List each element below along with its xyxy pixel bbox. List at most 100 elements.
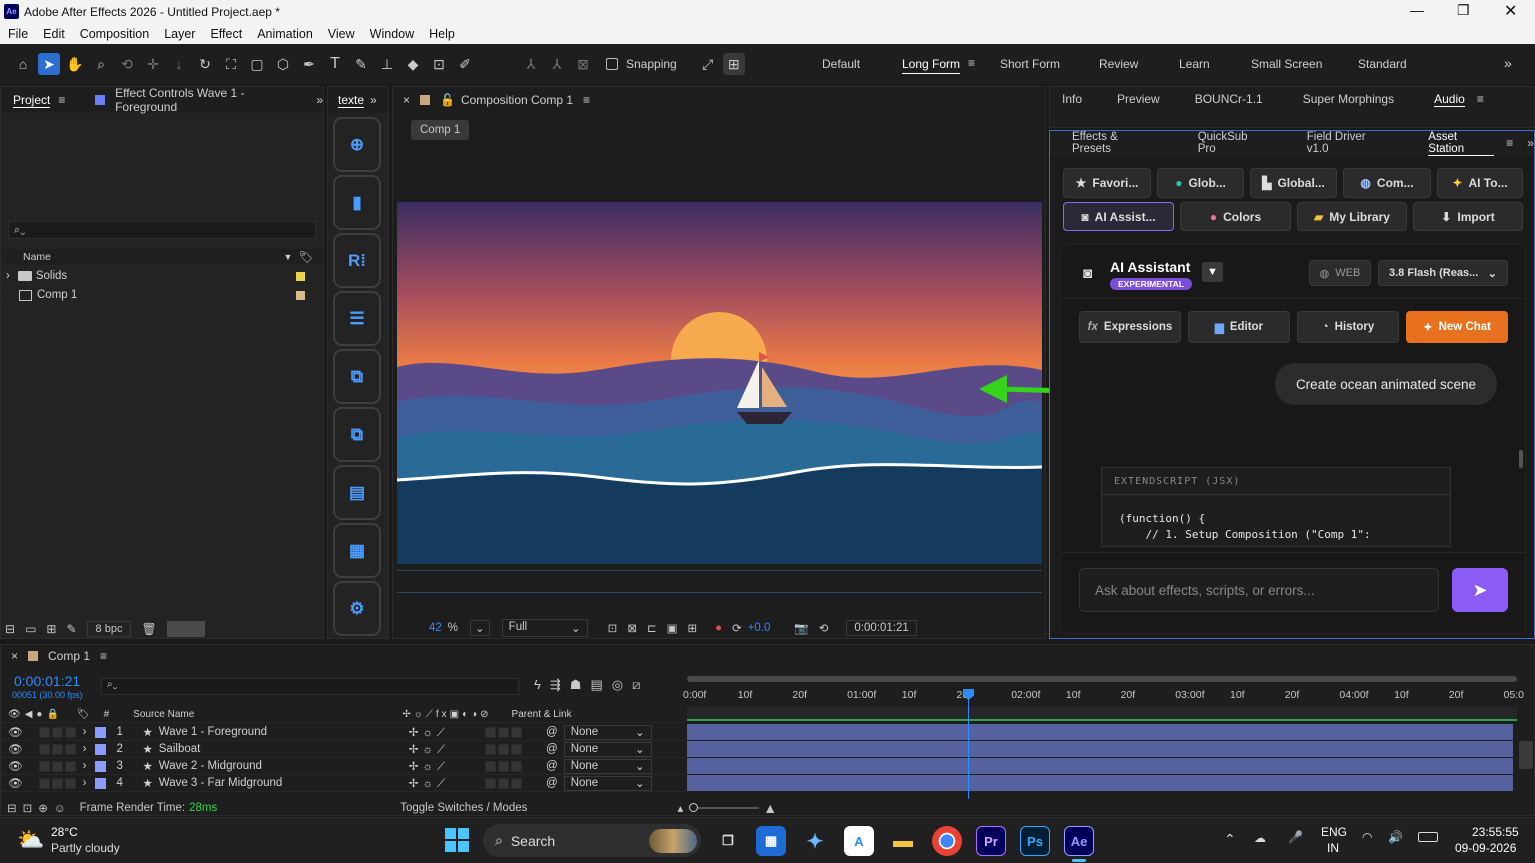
tab-preview[interactable]: Preview <box>1117 92 1160 106</box>
ai-tools-button[interactable]: ✦ AI To... <box>1437 168 1523 198</box>
minimize-button[interactable]: — <box>1410 2 1424 18</box>
layer-duration-bar[interactable] <box>687 758 1513 775</box>
shy-layers-icon[interactable]: ☗ <box>570 677 582 693</box>
script-panel-button[interactable]: ▮ <box>333 175 381 230</box>
switch-box[interactable] <box>511 777 522 789</box>
chrome-icon[interactable] <box>932 826 962 856</box>
snapping-checkbox[interactable] <box>606 58 618 70</box>
close-tab-icon[interactable]: × <box>403 93 410 107</box>
pan-behind-icon[interactable]: ⛶ <box>220 53 242 75</box>
eye-icon[interactable]: 👁 <box>8 776 23 790</box>
tab-field-driver[interactable]: Field Driver v1.0 <box>1307 131 1389 155</box>
script-panel-button[interactable]: R⁞ <box>333 233 381 288</box>
rotate-tool-icon[interactable]: ↻ <box>194 53 216 75</box>
rectangle-tool-icon[interactable]: ▢ <box>246 53 268 75</box>
layer-switches[interactable]: ✢☼⟋ <box>409 725 449 740</box>
transparency-grid-icon[interactable]: ⊠ <box>627 621 637 635</box>
layer-name[interactable]: Wave 1 - Foreground <box>159 726 409 738</box>
language-bottom[interactable]: IN <box>1327 841 1339 855</box>
ai-assistant-button[interactable]: ◙ AI Assist... <box>1063 202 1174 231</box>
interpret-footage-icon[interactable]: ⊟ <box>5 622 15 636</box>
layer-name[interactable]: Wave 2 - Midground <box>159 760 409 772</box>
table-row[interactable]: 👁 › 4 ★ Wave 3 - Far Midground ✢☼⟋ @ Non… <box>1 775 684 792</box>
menu-view[interactable]: View <box>328 27 355 41</box>
chat-scrollbar[interactable] <box>1519 450 1523 468</box>
zoom-slider[interactable] <box>689 803 760 812</box>
switch-box[interactable] <box>485 726 496 738</box>
comp-chip[interactable]: Comp 1 <box>411 120 470 140</box>
eye-icon[interactable]: 👁 <box>8 742 23 756</box>
expand-chevron-icon[interactable]: › <box>83 726 87 738</box>
hand-tool-icon[interactable]: ✋ <box>64 53 86 75</box>
menu-effect[interactable]: Effect <box>210 27 242 41</box>
zoom-slider-handle[interactable] <box>689 803 699 812</box>
project-search-input[interactable]: ⌕⌄ <box>8 221 316 239</box>
expand-chevron-icon[interactable]: › <box>83 743 87 755</box>
puppet-pin-icon[interactable]: ✐ <box>454 53 476 75</box>
snapshot-icon[interactable]: 📷 <box>794 621 808 635</box>
audio-switch[interactable] <box>38 777 50 789</box>
expand-chevron-icon[interactable]: › <box>83 777 87 789</box>
pickwhip-icon[interactable]: @ <box>546 777 558 789</box>
toggle-switches-button[interactable]: Toggle Switches / Modes <box>400 802 527 814</box>
panel-overflow-icon[interactable]: » <box>316 93 323 107</box>
onedrive-icon[interactable]: ☁ <box>1254 831 1266 845</box>
menu-window[interactable]: Window <box>370 27 414 41</box>
clone-stamp-icon[interactable]: ⊥ <box>376 53 398 75</box>
solo-icon[interactable]: ● <box>36 709 42 720</box>
microsoft-store-icon[interactable]: ▦ <box>756 826 786 856</box>
tray-overflow-icon[interactable]: ⌃ <box>1224 831 1236 848</box>
audio-switch[interactable] <box>38 726 50 738</box>
tab-texte[interactable]: texte <box>338 93 365 108</box>
volume-icon[interactable]: 🔊 <box>1388 830 1403 844</box>
history-button[interactable]: ◔ History <box>1297 311 1399 343</box>
dolly-camera-icon[interactable]: ↓ <box>168 53 190 75</box>
switch-box[interactable] <box>498 760 509 772</box>
pen-tool-icon[interactable]: ✒ <box>298 53 320 75</box>
assistant-menu-toggle[interactable]: ▼ <box>1202 262 1223 282</box>
audio-switch[interactable] <box>38 760 50 772</box>
tab-super-morphings[interactable]: Super Morphings <box>1303 92 1394 106</box>
workspace-menu-icon[interactable]: ≡ <box>968 56 975 70</box>
close-button[interactable]: ✕ <box>1504 1 1517 21</box>
sort-icon[interactable]: ▼ <box>283 252 292 262</box>
switch-box[interactable] <box>511 726 522 738</box>
premiere-pro-icon[interactable]: Pr <box>976 826 1006 856</box>
layer-duration-bar[interactable] <box>687 724 1513 741</box>
tab-audio[interactable]: Audio <box>1434 92 1465 107</box>
grid-icon[interactable]: ⊞ <box>687 621 697 635</box>
zoom-value[interactable]: 42 <box>429 622 442 634</box>
draft-3d-icon[interactable]: ϟ <box>534 677 541 693</box>
eye-icon[interactable]: 👁 <box>8 759 23 773</box>
switch-box[interactable] <box>498 743 509 755</box>
trash-icon[interactable]: 🗑 <box>141 622 156 636</box>
axis-world-icon[interactable]: ⅄ <box>546 53 568 75</box>
eraser-tool-icon[interactable]: ◆ <box>402 53 424 75</box>
panel-overflow-icon[interactable]: » <box>370 93 377 107</box>
zoom-in-icon[interactable]: ▲ <box>763 800 777 816</box>
solo-switch[interactable] <box>51 726 63 738</box>
battery-icon[interactable] <box>1418 832 1438 842</box>
maps-app-icon[interactable]: A <box>844 826 874 856</box>
switch-box[interactable] <box>498 777 509 789</box>
work-area-bar[interactable] <box>687 676 1517 682</box>
lock-switch[interactable] <box>64 777 76 789</box>
frame-blending-icon[interactable]: ▤ <box>590 677 602 693</box>
layer-switches[interactable]: ✢☼⟋ <box>409 759 449 774</box>
switch-box[interactable] <box>485 760 496 772</box>
label-column-icon[interactable]: 🏷 <box>77 709 90 720</box>
selection-tool-icon[interactable]: ➤ <box>38 53 60 75</box>
snap-features-icon[interactable]: ⊞ <box>722 53 745 75</box>
parent-link-column[interactable]: Parent & Link <box>512 709 572 720</box>
workspace-short-form[interactable]: Short Form <box>1000 57 1060 71</box>
new-chat-button[interactable]: ✦ New Chat <box>1406 311 1508 343</box>
orbit-camera-icon[interactable]: ⟲ <box>116 53 138 75</box>
tab-menu-icon[interactable]: ≡ <box>1477 92 1484 106</box>
resolution-dropdown[interactable]: Full ⌄ <box>501 619 588 637</box>
expressions-button[interactable]: fx Expressions <box>1079 311 1181 343</box>
workspace-small-screen[interactable]: Small Screen <box>1251 57 1322 71</box>
bpc-button[interactable]: 8 bpc <box>86 621 132 637</box>
after-effects-icon[interactable]: Ae <box>1064 826 1094 856</box>
script-panel-button[interactable]: ☰ <box>333 291 381 346</box>
menu-composition[interactable]: Composition <box>80 27 149 41</box>
